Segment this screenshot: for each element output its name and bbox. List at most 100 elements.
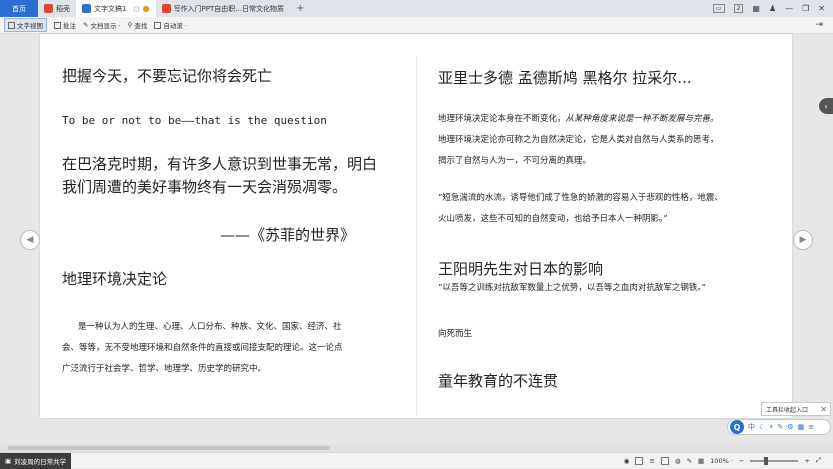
toolbar-entry-popup: 工具栏收起入口 ✕ <box>761 402 831 416</box>
find-label: 查找 <box>134 22 148 30</box>
zoom-in-icon[interactable]: + <box>804 457 809 465</box>
chevron-right-icon: ▶ <box>799 235 807 245</box>
floating-toolbar: Q 中 ☾ • ✎ ⚙ ▦ ≡ <box>727 419 831 435</box>
tab-bar: 首页 稻壳 文字文稿1 ○ ● 写作入门PPT自由职...日常文化物质 + ▭ … <box>0 0 833 17</box>
fullscreen-icon[interactable]: ⤢ <box>816 456 821 465</box>
comment-icon <box>54 21 61 29</box>
window-controls: ▭ 2 ▦ ♟ — ❐ ✕ <box>712 4 833 13</box>
tab-document[interactable]: 文字文稿1 ○ ● <box>76 0 156 17</box>
eye-icon[interactable]: ◉ <box>624 457 630 465</box>
close-window-icon[interactable]: ✕ <box>818 4 825 13</box>
column-divider <box>416 56 417 416</box>
add-tab-button[interactable]: + <box>290 3 310 14</box>
horizontal-scrollbar[interactable] <box>0 444 833 452</box>
english-quote: To be or not to be——that is the question <box>62 114 327 127</box>
exit-reading-icon[interactable]: ⇥ <box>815 20 823 30</box>
body-line-2: 会、等等，无不受地理环境和自然条件的直接或间接支配的理论。这一论点 <box>62 343 343 353</box>
comment-label: 批注 <box>63 22 76 30</box>
user-icon[interactable]: ♟ <box>769 4 776 13</box>
phrase-text: 向死而生 <box>438 329 473 339</box>
restore-icon[interactable]: ❐ <box>802 4 809 13</box>
zoom-slider[interactable] <box>750 456 799 465</box>
tab-home[interactable]: 首页 <box>0 0 38 17</box>
view-mode-label: 文字视图 <box>17 22 43 30</box>
folder-icon: ▣ <box>5 456 12 465</box>
zoom-out-icon[interactable]: − <box>739 457 744 465</box>
toolbar-entry-label: 工具栏收起入口 <box>766 406 809 414</box>
reading-view-icon[interactable] <box>660 456 669 465</box>
theory-line-3: 揭示了自然与人为一，不可分离的真理。 <box>438 156 592 166</box>
shared-folder-button[interactable]: ▣ 刘凌周的日常共学 <box>0 452 72 469</box>
left-heading-2: 地理环境决定论 <box>62 270 168 288</box>
side-panel-toggle[interactable]: ‹ <box>819 98 833 114</box>
autoscroll-label: 自动滚 · <box>163 22 187 30</box>
status-right-controls: ◉ ≡ ◍ ✎ ▦ 100% · − + ⤢ <box>624 456 833 465</box>
status-bar: ▣ 刘凌周的日常共学 ◉ ≡ ◍ ✎ ▦ 100% · − + ⤢ <box>0 452 833 469</box>
japan-quote-line-1: “短急湍流的水流，诱导他们成了性急的娇激的容易入于悲观的性格，地震、 <box>438 193 723 203</box>
pdf-icon <box>161 4 171 13</box>
view-icon <box>8 21 15 29</box>
window-count-badge[interactable]: 2 <box>733 4 744 13</box>
display-button[interactable]: ✎ 文档显示 · <box>83 20 121 30</box>
settings-icon[interactable]: ⚙ <box>787 423 793 431</box>
search-icon: ⚲ <box>127 21 133 29</box>
baroque-paragraph-line-1: 在巴洛克时期，有许多人意识到世事无常，明白 <box>62 155 378 173</box>
reading-toolbar: 文字视图 批注 ✎ 文档显示 · ⚲ 查找 自动滚 · ⇥ <box>0 17 833 34</box>
grid-icon[interactable]: ▦ <box>698 457 704 465</box>
assistant-icon[interactable]: Q <box>730 420 744 434</box>
scrollbar-thumb[interactable] <box>8 446 330 450</box>
pen-icon[interactable]: ✎ <box>687 457 692 465</box>
tab-pdf-label: 写作入门PPT自由职...日常文化物质 <box>173 4 284 13</box>
body-line-1: 是一种认为人的生理、心理、人口分布、种族、文化、国家、经济、社 <box>78 322 342 332</box>
left-heading-1: 把握今天，不要忘记你将会死亡 <box>62 67 273 85</box>
tab-docer[interactable]: 稻壳 <box>38 0 76 17</box>
tab-home-label: 首页 <box>12 4 26 13</box>
tab-document-label: 文字文稿1 <box>94 4 127 13</box>
tab-pdf[interactable]: 写作入门PPT自由职...日常文化物质 <box>156 0 290 17</box>
layout-icon[interactable]: ▭ <box>712 4 725 13</box>
page-view-icon[interactable] <box>635 456 644 465</box>
globe-icon[interactable]: ◍ <box>675 457 681 465</box>
document-page: 把握今天，不要忘记你将会死亡 To be or not to be——that … <box>40 34 792 418</box>
theory-line-1b: 从某种角度来说是一种不断发展与完善。 <box>565 114 719 124</box>
find-button[interactable]: ⚲ 查找 <box>128 20 148 30</box>
grid-icon[interactable]: ▦ <box>798 423 805 431</box>
grid-icon[interactable]: ▦ <box>752 4 760 13</box>
dot-icon[interactable]: • <box>769 423 773 431</box>
chevron-left-icon: ‹ <box>824 101 828 111</box>
tab-docer-label: 稻壳 <box>56 4 70 13</box>
japan-quote-line-2: 火山喷发，这些不可知的自然变动，也给予日本人一种阴影。” <box>438 214 668 224</box>
pen-icon: ✎ <box>83 21 89 29</box>
dot-icon: ● <box>142 4 150 13</box>
theory-line-2: 地理环境决定论亦可称之为自然决定论，它是人类对自然与人类系的思考， <box>438 135 719 145</box>
chinese-icon[interactable]: 中 <box>748 422 755 432</box>
writer-icon <box>82 4 91 13</box>
theory-line-1a: 地理环境决定论本身在不断变化， <box>438 114 566 124</box>
prev-page-button[interactable]: ◀ <box>20 230 40 250</box>
close-icon[interactable]: ✕ <box>820 405 827 414</box>
autoscroll-button[interactable]: 自动滚 · <box>154 20 187 30</box>
minimize-icon[interactable]: — <box>785 4 793 13</box>
zoom-slider-knob[interactable] <box>764 456 769 465</box>
shared-folder-label: 刘凌周的日常共学 <box>14 457 67 466</box>
wang-yangming-quote: “以吾等之训练对抗敌军数量上之优势，以吾等之血肉对抗敌军之钢铁。” <box>438 283 706 293</box>
right-heading-1: 亚里士多德 孟德斯鸠 黑格尔 拉采尔... <box>438 69 692 87</box>
right-heading-3: 童年教育的不连贯 <box>438 372 559 390</box>
display-label: 文档显示 · <box>90 22 121 30</box>
zoom-level[interactable]: 100% · <box>710 457 733 465</box>
baroque-paragraph-line-2: 我们周遭的美好事物终有一天会消殒凋零。 <box>62 178 348 196</box>
next-page-button[interactable]: ▶ <box>793 230 813 250</box>
close-icon[interactable]: ○ <box>133 5 139 13</box>
docer-icon <box>44 4 53 13</box>
menu-icon[interactable]: ≡ <box>808 423 814 431</box>
list-icon[interactable]: ≡ <box>649 457 654 465</box>
comment-button[interactable]: 批注 <box>54 20 76 30</box>
chevron-left-icon: ◀ <box>26 235 34 245</box>
right-heading-2: 王阳明先生对日本的影响 <box>438 260 604 278</box>
document-stage: 把握今天，不要忘记你将会死亡 To be or not to be——that … <box>0 34 833 452</box>
pen-icon[interactable]: ✎ <box>777 423 783 431</box>
autoscroll-icon <box>154 21 162 29</box>
body-line-3: 广泛流行于社会学、哲学、地理学、历史学的研究中。 <box>62 364 267 374</box>
moon-icon[interactable]: ☾ <box>759 423 765 431</box>
view-mode-button[interactable]: 文字视图 <box>4 18 47 32</box>
